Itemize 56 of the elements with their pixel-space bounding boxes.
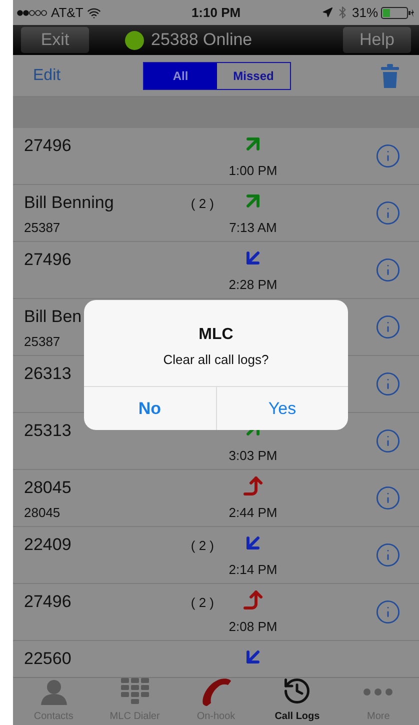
wifi-icon: [87, 6, 102, 20]
info-icon[interactable]: [375, 143, 401, 169]
corner-arrow-icon: [241, 474, 265, 498]
edit-link[interactable]: Edit: [33, 64, 143, 88]
info-icon[interactable]: [375, 485, 401, 511]
signal-dots-icon: [17, 10, 47, 16]
keypad-icon: [120, 678, 149, 706]
clock-history-icon: [282, 676, 312, 706]
trash-icon[interactable]: [381, 64, 399, 88]
call-time: 2:08 PM: [228, 618, 278, 636]
call-time: 2:14 PM: [228, 560, 278, 578]
caller-name: 27496: [24, 591, 72, 613]
alert-button[interactable]: Yes: [216, 387, 348, 430]
caller-name: Bill Ben: [24, 306, 83, 328]
call-time: 1:00 PM: [228, 162, 278, 180]
exit-button[interactable]: Exit: [21, 27, 89, 53]
call-time: 2:28 PM: [228, 276, 278, 294]
caller-name: 27496: [24, 135, 72, 157]
caller-name: Bill Benning: [24, 192, 115, 214]
filter-tab[interactable]: All: [144, 62, 217, 88]
corner-arrow-icon: [241, 588, 265, 612]
call-count: ( 2 ): [190, 537, 214, 555]
call-count: ( 2 ): [190, 195, 214, 213]
call-time: 2:44 PM: [228, 504, 278, 522]
alert-message: Clear all call logs?: [163, 350, 269, 369]
info-icon[interactable]: [375, 599, 401, 625]
caller-number: 28045: [24, 504, 62, 522]
person-icon: [40, 679, 68, 705]
call-time: 7:13 AM: [229, 218, 277, 236]
location-arrow-icon: [322, 7, 333, 18]
caller-name: 26313: [24, 363, 72, 385]
battery-percent: 31%: [352, 4, 378, 22]
caller-number: 25387: [24, 332, 62, 350]
battery-icon: [381, 6, 416, 18]
caller-name: 27496: [24, 249, 72, 271]
caller-name: 22409: [24, 534, 72, 556]
clock-time: 1:10 PM: [191, 4, 241, 22]
info-icon[interactable]: [375, 428, 401, 454]
info-icon[interactable]: [375, 371, 401, 397]
info-icon[interactable]: [375, 542, 401, 568]
caller-number: 25387: [24, 218, 62, 236]
caller-name: 22560: [24, 648, 72, 670]
info-icon[interactable]: [375, 257, 401, 283]
caller-name: 28045: [24, 477, 72, 499]
filter-tab[interactable]: Missed: [217, 62, 290, 88]
more-dots-icon: [363, 688, 394, 696]
help-button[interactable]: Help: [343, 27, 411, 53]
info-icon[interactable]: [375, 200, 401, 226]
call-count: ( 2 ): [190, 594, 214, 612]
caller-name: 25313: [24, 420, 72, 442]
call-time: 3:03 PM: [228, 446, 278, 464]
nav-title: 25388 Online: [151, 29, 252, 52]
carrier-name: AT&T: [51, 4, 84, 22]
info-icon[interactable]: [375, 314, 401, 340]
alert-title: MLC: [198, 324, 234, 345]
tab-bar-item[interactable]: Call Logs: [256, 678, 338, 725]
